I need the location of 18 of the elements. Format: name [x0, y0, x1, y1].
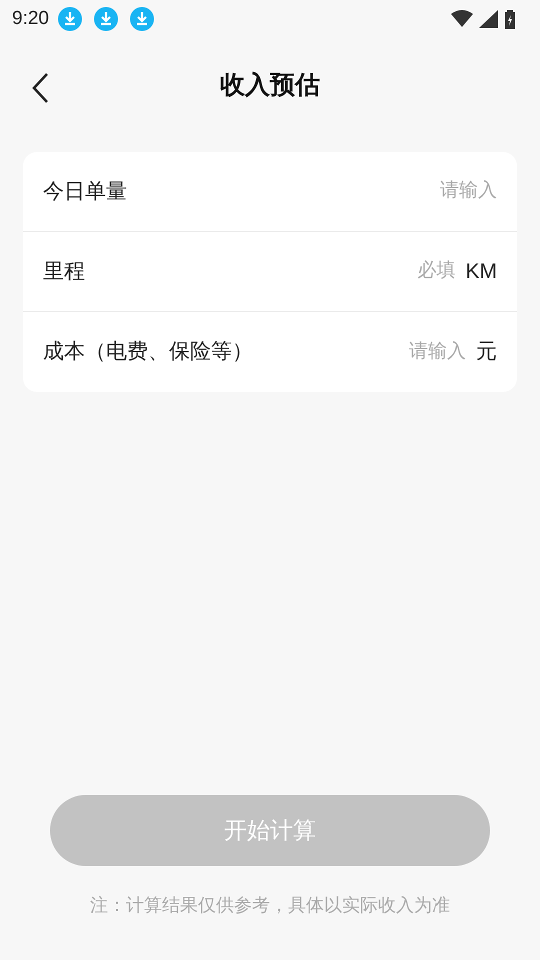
unit-label: KM	[466, 258, 497, 285]
signal-icon	[479, 10, 498, 28]
download-icon	[94, 7, 118, 31]
disclaimer-note: 注：计算结果仅供参考，具体以实际收入为准	[89, 894, 451, 917]
download-icon	[58, 7, 82, 31]
field-label: 今日单量	[43, 178, 127, 205]
back-icon	[31, 72, 49, 104]
input-field[interactable]: 请输入	[377, 177, 497, 206]
page-title: 收入预估	[220, 70, 320, 102]
input-field[interactable]: 必填	[336, 257, 456, 286]
battery-icon	[504, 9, 516, 29]
wifi-icon	[451, 10, 473, 28]
field-label: 里程	[43, 258, 85, 285]
unit-label: 元	[476, 339, 497, 366]
status-time: 9:20	[12, 6, 49, 31]
field-label: 成本（电费、保险等）	[43, 339, 253, 366]
input-field[interactable]: 请输入	[346, 338, 466, 366]
download-icon	[130, 7, 154, 31]
